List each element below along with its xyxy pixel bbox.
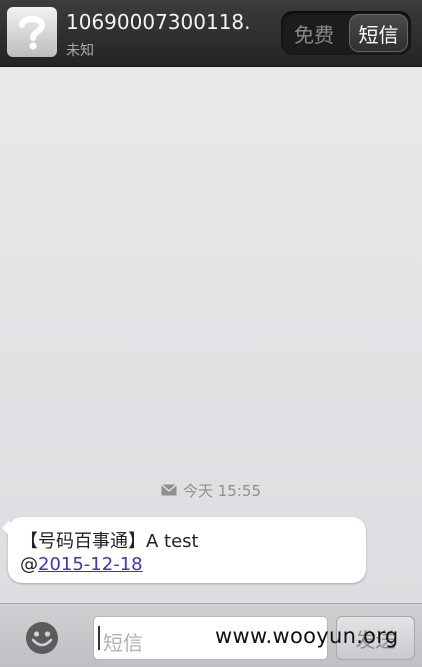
message-date-link[interactable]: 2015-12-18 [38,554,143,575]
message-text: 【号码百事通】A test [20,531,199,552]
message-input-placeholder: 短信 [103,631,143,655]
mode-sms-button[interactable]: 短信 [349,14,408,52]
watermark: www.wooyun.org [215,624,399,648]
message-mode-switch: 免费 短信 [281,11,411,55]
message-at-prefix: @ [20,554,38,575]
text-cursor [98,626,100,650]
timestamp-text: 今天 15:55 [183,482,261,500]
message-text-line2: @2015-12-18 [20,554,143,575]
contact-status: 未知 [66,43,94,59]
mode-free-button[interactable]: 免费 [281,11,347,55]
message-timestamp: 今天 15:55 [0,480,422,501]
envelope-icon [161,482,177,500]
title-bar: 10690007300118. 未知 免费 短信 [0,0,422,67]
message-thread[interactable]: 今天 15:55 【号码百事通】A test @2015-12-18 [0,67,422,603]
unknown-contact-icon[interactable] [7,7,57,57]
smiley-icon[interactable] [24,620,60,656]
contact-number: 10690007300118. [66,10,251,34]
received-message-bubble[interactable]: 【号码百事通】A test @2015-12-18 [8,517,366,583]
